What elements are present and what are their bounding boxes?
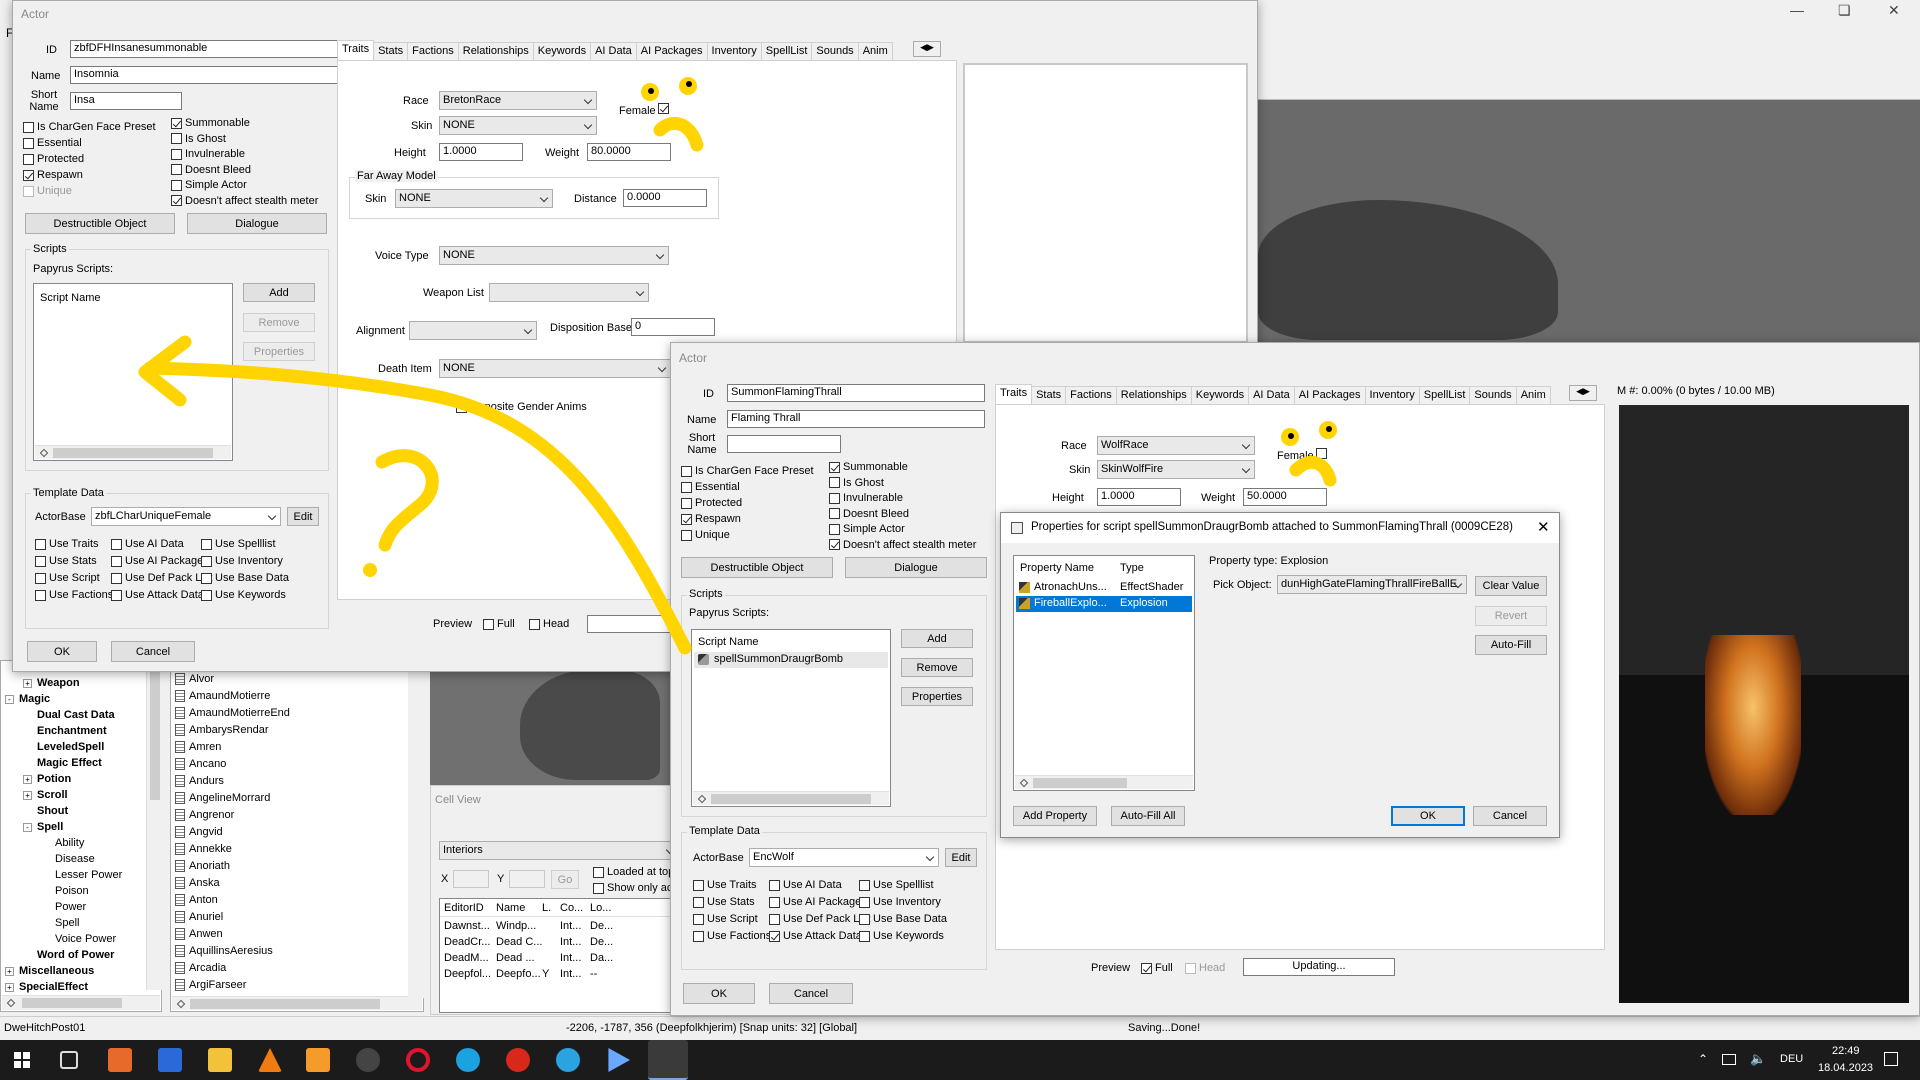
- start-icon[interactable]: [14, 1052, 30, 1068]
- annotation-question-dot: [363, 563, 377, 577]
- app-icon-2[interactable]: [158, 1048, 182, 1072]
- annotation-overlay: [138, 77, 1337, 655]
- clock-date[interactable]: 18.04.2023: [1818, 1062, 1873, 1074]
- sublime-icon[interactable]: [306, 1048, 330, 1072]
- clock-time[interactable]: 22:49: [1832, 1045, 1860, 1057]
- file-explorer-icon[interactable]: [208, 1048, 232, 1072]
- annotation-pupil: [1326, 426, 1332, 432]
- annotation-pupil: [1288, 433, 1294, 439]
- telegram-icon[interactable]: [556, 1048, 580, 1072]
- annotation-smile-1: [653, 116, 704, 152]
- network-icon[interactable]: [1722, 1054, 1736, 1065]
- annotation-pupil: [648, 88, 654, 94]
- notifications-icon[interactable]: [1884, 1052, 1898, 1066]
- annotation-pupil: [686, 81, 692, 87]
- task-view-icon[interactable]: [60, 1051, 78, 1069]
- edge-icon[interactable]: [456, 1048, 480, 1072]
- taskbar: ⌃ 🔈 DEU 22:49 18.04.2023: [0, 1040, 1920, 1080]
- obs-icon[interactable]: [356, 1048, 380, 1072]
- app-icon-1[interactable]: [108, 1048, 132, 1072]
- skyrim-ck-icon[interactable]: [648, 1040, 688, 1080]
- volume-icon[interactable]: 🔈: [1750, 1051, 1766, 1067]
- vlc-icon[interactable]: [258, 1048, 282, 1072]
- opera-icon[interactable]: [406, 1048, 430, 1072]
- annotation-question: [375, 449, 439, 552]
- media-icon[interactable]: [608, 1048, 630, 1072]
- tray-chevron-icon[interactable]: ⌃: [1698, 1052, 1708, 1066]
- annotation-smile-2: [1289, 455, 1337, 487]
- language-indicator[interactable]: DEU: [1780, 1053, 1803, 1065]
- app-icon-red[interactable]: [506, 1048, 530, 1072]
